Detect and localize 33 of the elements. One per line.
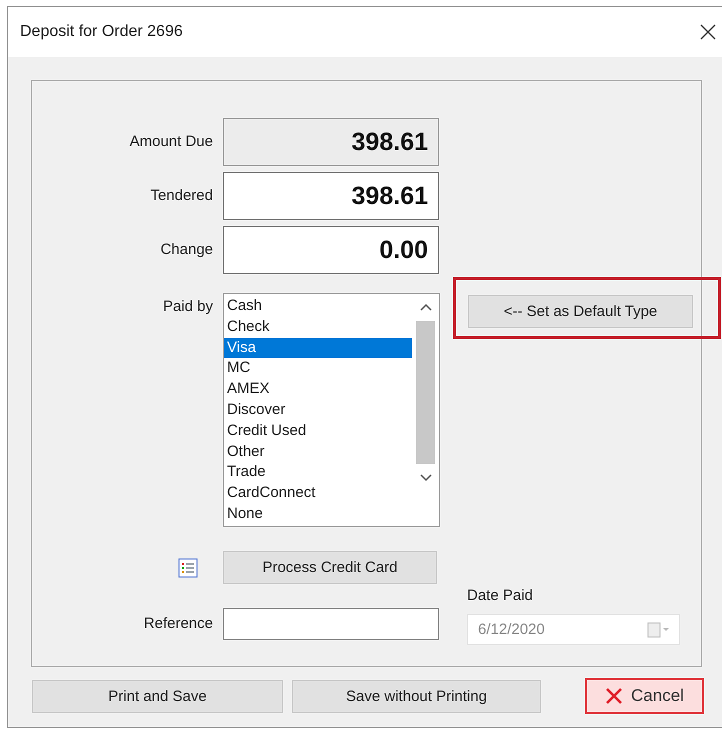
list-item[interactable]: AMEX xyxy=(224,379,412,400)
field-label: Paid by xyxy=(162,297,213,317)
action-button[interactable]: Print and Save xyxy=(32,680,283,712)
amount-field[interactable]: 398.61 xyxy=(223,172,439,220)
reference-field[interactable] xyxy=(223,608,439,640)
window-title: Deposit for Order 2696 xyxy=(20,23,183,41)
list-item[interactable]: Other xyxy=(224,442,412,462)
amount-field[interactable]: 0.00 xyxy=(223,226,439,274)
list-item[interactable]: None xyxy=(224,504,412,525)
process-card-button[interactable]: Process Credit Card xyxy=(223,551,437,584)
field-label: Date Paid xyxy=(467,586,534,606)
scroll-down-icon[interactable] xyxy=(420,474,432,482)
set-default-button[interactable]: <-- Set as Default Type xyxy=(468,295,693,328)
cancel-button[interactable]: Cancel xyxy=(585,678,704,714)
list-item[interactable]: Discover xyxy=(224,400,412,421)
amount-field: 398.61 xyxy=(223,118,439,166)
payment-list[interactable]: Cash Check Visa MC AMEX Discover Credit Used Other Trade CardConnect None xyxy=(223,293,440,527)
list-item[interactable]: Visa xyxy=(224,338,412,358)
field-label: Change xyxy=(159,240,213,260)
list-item[interactable]: Cash xyxy=(224,296,412,317)
list-item[interactable]: Check xyxy=(224,316,412,338)
scroll-up-icon[interactable] xyxy=(420,303,432,311)
field-label: Reference xyxy=(142,614,213,634)
list-item[interactable]: CardConnect xyxy=(224,483,412,504)
field-label: Tendered xyxy=(149,186,213,206)
list-item[interactable]: Trade xyxy=(224,462,412,484)
action-button[interactable]: Save without Printing xyxy=(292,680,541,712)
close-icon xyxy=(605,687,624,705)
close-icon[interactable] xyxy=(700,24,716,40)
list-item[interactable]: MC xyxy=(224,358,412,380)
list-item[interactable]: Credit Used xyxy=(224,420,412,442)
list-icon[interactable] xyxy=(178,558,198,578)
field-label: Amount Due xyxy=(128,132,213,152)
